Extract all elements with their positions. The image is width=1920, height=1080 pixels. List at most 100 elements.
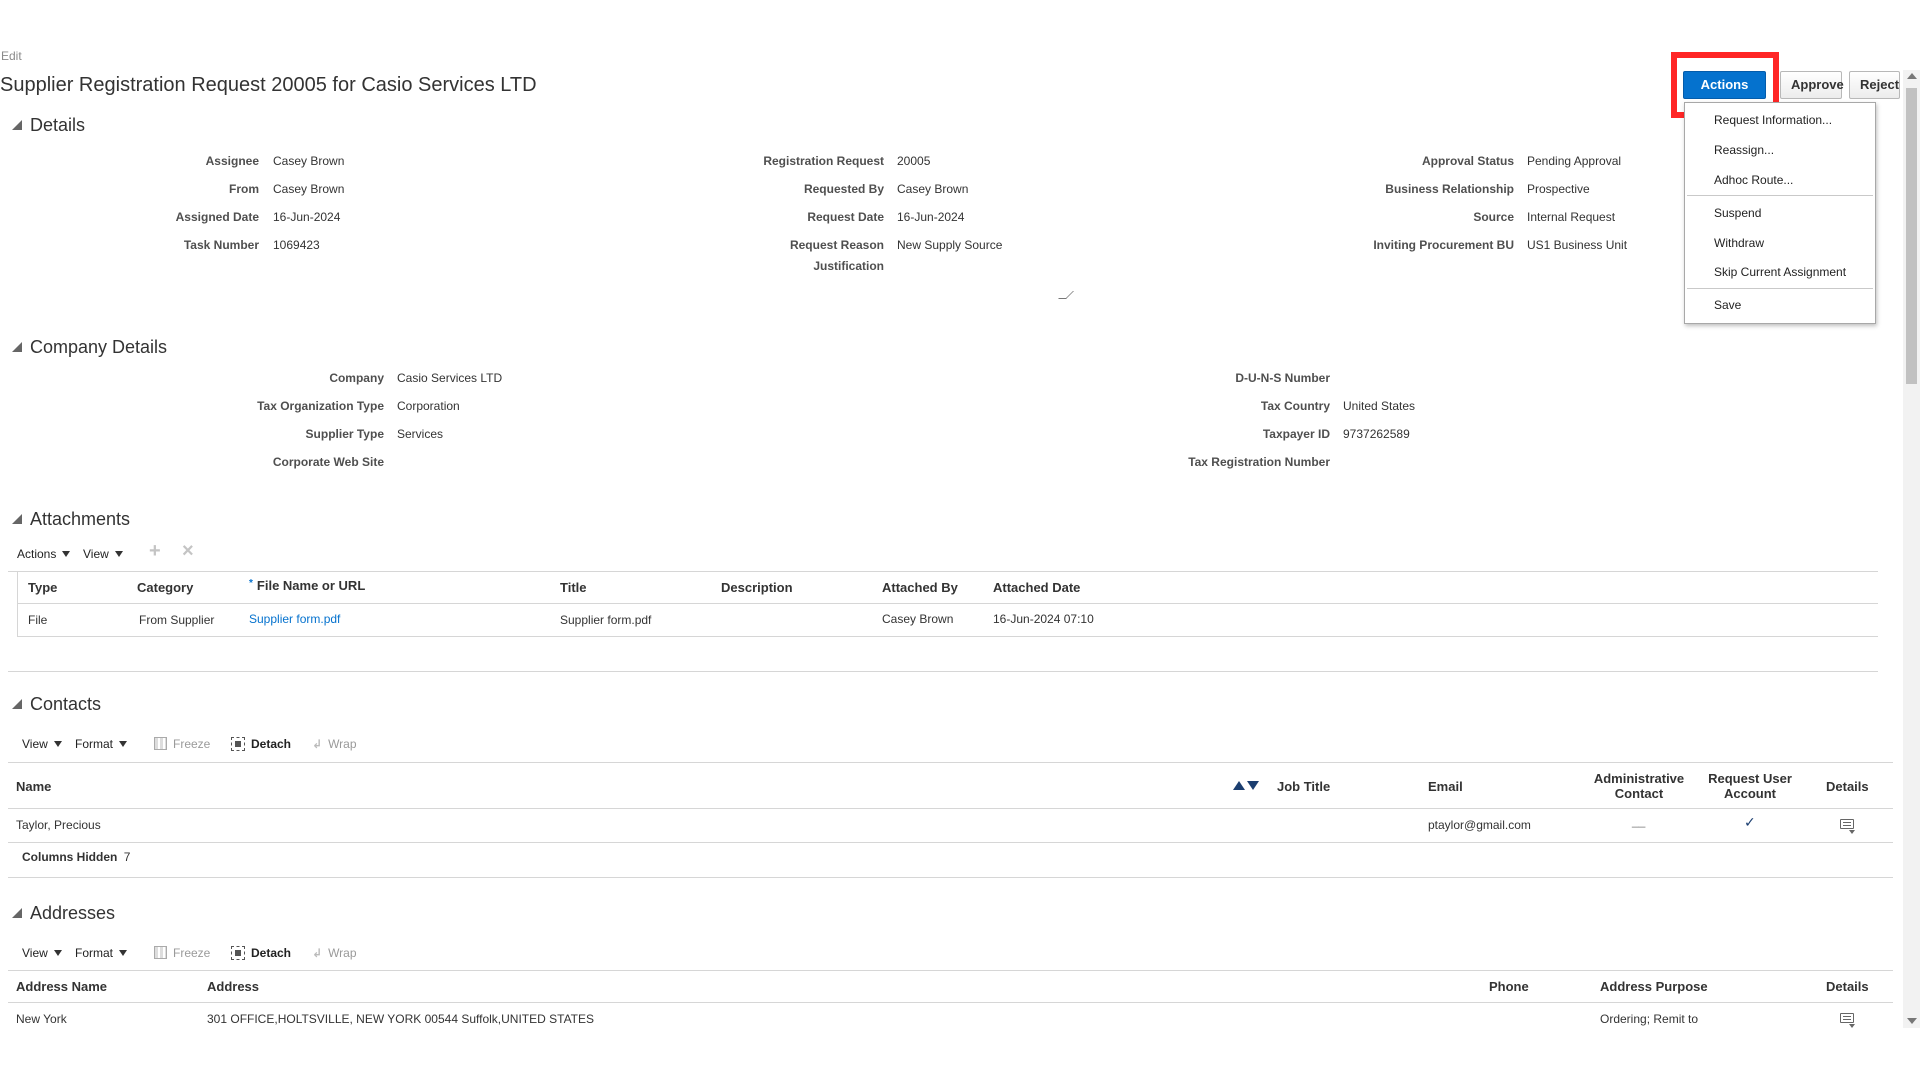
menu-item-adhoc-route[interactable]: Adhoc Route... bbox=[1714, 173, 1793, 187]
address-purpose: Ordering; Remit to bbox=[1600, 1012, 1699, 1026]
col-header-address-purpose[interactable]: Address Purpose bbox=[1600, 979, 1708, 994]
col-header-name[interactable]: Name bbox=[16, 779, 51, 794]
details-section-header[interactable]: Details bbox=[12, 115, 85, 136]
from-label: From bbox=[229, 182, 259, 196]
company-label: Company bbox=[329, 371, 384, 385]
menu-item-reassign[interactable]: Reassign... bbox=[1714, 143, 1774, 157]
justification-label: Justification bbox=[813, 259, 884, 273]
approve-button[interactable]: Approve bbox=[1780, 71, 1844, 99]
attachment-file-link[interactable]: Supplier form.pdf bbox=[249, 612, 340, 626]
menu-item-save[interactable]: Save bbox=[1714, 298, 1741, 312]
caret-down-icon bbox=[114, 551, 123, 557]
request-date-label: Request Date bbox=[807, 210, 884, 224]
business-relationship-value: Prospective bbox=[1527, 182, 1590, 196]
menu-separator bbox=[1687, 288, 1873, 289]
addresses-format-menu[interactable]: Format bbox=[75, 946, 128, 960]
scroll-down-arrow-icon[interactable] bbox=[1907, 1018, 1917, 1024]
menu-item-request-information[interactable]: Request Information... bbox=[1714, 113, 1832, 127]
delete-icon[interactable]: × bbox=[182, 540, 194, 563]
attachments-view-menu[interactable]: View bbox=[83, 547, 123, 561]
col-header-attached-date[interactable]: Attached Date bbox=[993, 580, 1080, 595]
attachment-title: Supplier form.pdf bbox=[560, 613, 652, 627]
approval-status-value: Pending Approval bbox=[1527, 154, 1622, 168]
addresses-section-header[interactable]: Addresses bbox=[12, 903, 115, 924]
col-header-phone[interactable]: Phone bbox=[1489, 979, 1529, 994]
reject-button[interactable]: Reject bbox=[1849, 71, 1900, 99]
freeze-icon bbox=[154, 737, 167, 750]
add-icon[interactable]: + bbox=[149, 540, 161, 563]
details-icon[interactable] bbox=[1840, 819, 1855, 834]
inviting-procurement-bu-value: US1 Business Unit bbox=[1527, 238, 1628, 252]
supplier-type-value: Services bbox=[397, 427, 444, 441]
sort-descending-icon[interactable] bbox=[1247, 781, 1259, 790]
attachments-view-label: View bbox=[83, 547, 109, 561]
table-border bbox=[8, 762, 1893, 763]
wrap-icon: ↲ bbox=[312, 737, 323, 751]
caret-down-icon bbox=[119, 950, 128, 956]
col-header-request-user-line2: Account bbox=[1724, 786, 1776, 801]
table-border bbox=[17, 572, 18, 636]
col-header-address-name[interactable]: Address Name bbox=[16, 979, 107, 994]
attachment-type: File bbox=[28, 613, 48, 627]
col-header-address[interactable]: Address bbox=[207, 979, 259, 994]
inviting-procurement-bu-label: Inviting Procurement BU bbox=[1373, 238, 1514, 252]
disclosure-triangle-icon bbox=[12, 699, 22, 709]
col-header-attached-by[interactable]: Attached By bbox=[882, 580, 958, 595]
addresses-wrap-button[interactable]: ↲ Wrap bbox=[312, 946, 357, 960]
addresses-view-menu[interactable]: View bbox=[22, 946, 62, 960]
assigned-date-label: Assigned Date bbox=[175, 210, 259, 224]
contacts-view-menu[interactable]: View bbox=[22, 737, 62, 751]
company-details-heading: Company Details bbox=[30, 337, 168, 357]
attachments-section-header[interactable]: Attachments bbox=[12, 509, 130, 530]
scrollbar-thumb[interactable] bbox=[1906, 88, 1917, 384]
contacts-format-menu[interactable]: Format bbox=[75, 737, 128, 751]
col-header-administrative-contact[interactable]: Administrative Contact bbox=[1588, 771, 1690, 801]
col-header-details[interactable]: Details bbox=[1826, 979, 1869, 994]
col-header-file-name-or-url[interactable]: * File Name or URL bbox=[249, 578, 365, 593]
col-header-request-user-line1: Request User bbox=[1708, 771, 1792, 786]
scroll-up-arrow-icon[interactable] bbox=[1907, 73, 1917, 79]
table-border bbox=[8, 842, 1893, 843]
contacts-detach-button[interactable]: Detach bbox=[231, 737, 291, 751]
request-reason-label: Request Reason bbox=[789, 238, 884, 252]
addresses-view-label: View bbox=[22, 946, 48, 960]
col-header-details[interactable]: Details bbox=[1826, 779, 1869, 794]
registration-request-label: Registration Request bbox=[763, 154, 884, 168]
attachment-attached-by: Casey Brown bbox=[882, 612, 954, 626]
contacts-section-header[interactable]: Contacts bbox=[12, 694, 101, 715]
col-header-type[interactable]: Type bbox=[28, 580, 57, 595]
sort-icon[interactable] bbox=[1233, 779, 1259, 793]
menu-item-skip-current-assignment[interactable]: Skip Current Assignment bbox=[1714, 265, 1846, 279]
addresses-detach-button[interactable]: Detach bbox=[231, 946, 291, 960]
columns-hidden-count: 7 bbox=[123, 850, 131, 864]
attachments-actions-menu[interactable]: Actions bbox=[17, 547, 71, 561]
menu-item-withdraw[interactable]: Withdraw bbox=[1714, 236, 1764, 250]
contacts-wrap-button[interactable]: ↲ Wrap bbox=[312, 737, 357, 751]
company-details-section-header[interactable]: Company Details bbox=[12, 337, 167, 358]
approval-status-label: Approval Status bbox=[1421, 154, 1514, 168]
contacts-heading: Contacts bbox=[30, 694, 102, 714]
tax-organization-type-label: Tax Organization Type bbox=[257, 399, 384, 413]
freeze-icon bbox=[154, 946, 167, 959]
sort-ascending-icon[interactable] bbox=[1233, 781, 1245, 790]
section-divider bbox=[8, 877, 1893, 878]
col-header-job-title[interactable]: Job Title bbox=[1277, 779, 1330, 794]
col-header-title[interactable]: Title bbox=[560, 580, 587, 595]
source-label: Source bbox=[1473, 210, 1514, 224]
contacts-freeze-button[interactable]: Freeze bbox=[154, 737, 210, 751]
columns-hidden-indicator: Columns Hidden 7 bbox=[22, 850, 130, 864]
menu-separator bbox=[1687, 195, 1873, 196]
addresses-freeze-button[interactable]: Freeze bbox=[154, 946, 210, 960]
table-border bbox=[17, 636, 1878, 637]
actions-menu: Request Information... Reassign... Adhoc… bbox=[1684, 102, 1876, 324]
details-icon[interactable] bbox=[1840, 1013, 1855, 1028]
assigned-date-value: 16-Jun-2024 bbox=[273, 210, 341, 224]
col-header-description[interactable]: Description bbox=[721, 580, 793, 595]
menu-item-suspend[interactable]: Suspend bbox=[1714, 206, 1761, 220]
col-header-request-user-account[interactable]: Request User Account bbox=[1700, 771, 1800, 801]
col-header-category[interactable]: Category bbox=[137, 580, 193, 595]
col-header-email[interactable]: Email bbox=[1428, 779, 1463, 794]
addresses-wrap-label: Wrap bbox=[328, 946, 357, 960]
task-number-label: Task Number bbox=[183, 238, 259, 252]
justification-textarea[interactable] bbox=[895, 258, 1071, 300]
